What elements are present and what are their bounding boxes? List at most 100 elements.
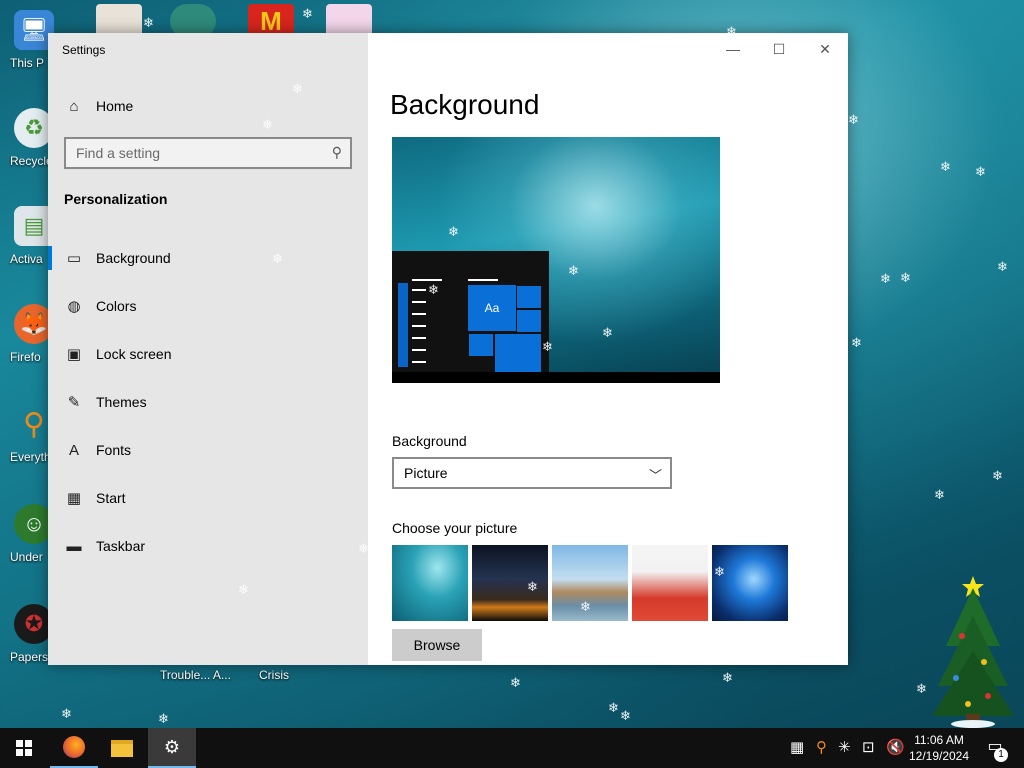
picture-icon: ▭ [66,250,82,267]
snowflake-icon: ❄ [848,112,859,127]
snowflake-icon: ❄ [916,681,927,696]
home-label: Home [96,98,134,114]
home-nav-item[interactable]: ⌂ Home [64,95,133,117]
snowflake-icon: ❄ [272,251,283,266]
snowflake-icon: ❄ [527,579,538,594]
snowflake-icon: ❄ [810,498,821,513]
window-title: Settings [62,43,106,57]
magnifier-icon[interactable]: ⚲ [816,738,827,756]
snowflake-icon: ❄ [689,455,700,470]
fonts-icon: A [68,441,79,459]
snowflake-tray-icon[interactable]: ✳ [838,738,851,756]
sidebar-item-label: Background [96,250,171,266]
preview-line [412,349,426,351]
close-button[interactable]: ✕ [802,33,848,65]
lock-screen-icon: ▣ [66,346,82,363]
preview-line [412,313,426,315]
snowflake-icon: ❄ [428,282,439,297]
snowflake-icon: ❄ [992,468,1003,483]
snowflake-icon: ❄ [746,375,757,390]
preview-tile [516,309,542,333]
desktop-preview: Aa [392,137,720,383]
desktop-icon-label[interactable]: Crisis [259,668,289,682]
page-title: Background [390,89,540,120]
preview-tile [468,333,494,357]
sidebar-item-lock-screen[interactable]: ▣ Lock screen [48,330,368,378]
preview-line [412,301,426,303]
snowflake-icon: ❄ [722,670,733,685]
snowflake-icon: ❄ [880,271,891,286]
preview-tile [494,333,542,373]
snowflake-icon: ❄ [262,117,273,132]
section-title: Personalization [64,191,168,207]
search-icon[interactable]: ⚲ [332,144,342,161]
clock-date: 12/19/2024 [908,749,970,763]
personalization-nav: ▭ Background ◍ Colors ▣ Lock screen ✎ Th… [48,234,368,570]
taskbar: ⚙ ▦ ⚲ ✳ ⊡ 🔇 11:06 AM 12/19/2024 ▭ 1 [0,728,1024,768]
taskbar-file-explorer-button[interactable] [98,728,146,768]
preview-line [468,279,498,281]
snowflake-icon: ❄ [997,259,1008,274]
home-icon: ⌂ [69,97,79,115]
browse-button[interactable]: Browse [392,629,482,661]
notification-count-badge: 1 [994,748,1008,762]
sidebar-item-taskbar[interactable]: ▬ Taskbar [48,522,368,570]
choose-picture-label: Choose your picture [392,520,518,536]
snowflake-icon: ❄ [143,15,154,30]
taskbar-firefox-button[interactable] [50,728,98,768]
snowflake-icon: ❄ [940,159,951,174]
start-button[interactable] [0,728,48,768]
snowflake-icon: ❄ [726,24,737,39]
search-input[interactable]: Find a setting ⚲ [64,137,352,169]
gear-icon: ⚙ [163,736,181,757]
folder-icon [111,739,133,757]
tray-app-icon[interactable]: ▦ [790,738,804,756]
sidebar-item-colors[interactable]: ◍ Colors [48,282,368,330]
picture-thumbnail-santa-meme[interactable] [632,545,708,621]
preview-line [412,289,426,291]
sidebar-item-themes[interactable]: ✎ Themes [48,378,368,426]
snowflake-icon: ❄ [448,224,459,239]
preview-tile: Aa [468,285,516,331]
chevron-down-icon: ﹀ [648,468,662,483]
dropdown-value: Picture [404,465,448,481]
settings-sidebar: Settings ⌂ Home Find a setting ⚲ Persona… [48,33,368,665]
snowflake-icon: ❄ [580,599,591,614]
snowflake-icon: ❄ [358,541,369,556]
background-type-label: Background [392,433,467,449]
preview-line [412,325,426,327]
snowflake-icon: ❄ [302,6,313,21]
search-placeholder: Find a setting [76,145,161,161]
snowflake-icon: ❄ [608,700,619,715]
picture-thumbnail-underwater[interactable] [392,545,468,621]
windows-logo-icon [16,740,32,756]
christmas-tree-decoration [932,576,1014,728]
preview-line [412,337,426,339]
sidebar-item-label: Taskbar [96,538,146,554]
sidebar-item-start[interactable]: ▦ Start [48,474,368,522]
sidebar-item-background[interactable]: ▭ Background [48,234,368,282]
preview-tile [516,285,542,309]
snowflake-icon: ❄ [714,564,725,579]
taskbar-settings-button[interactable]: ⚙ [148,728,196,768]
sidebar-item-label: Colors [96,298,137,314]
sidebar-item-fonts[interactable]: A Fonts [48,426,368,474]
snowflake-icon: ❄ [975,164,986,179]
firefox-icon [63,736,85,758]
background-type-dropdown[interactable]: Picture ﹀ [392,457,672,489]
sidebar-item-label: Lock screen [96,346,172,362]
preview-line [412,279,442,281]
maximize-button[interactable]: ☐ [756,33,802,65]
system-clock[interactable]: 11:06 AM 12/19/2024 [900,732,978,764]
preview-start-sidebar [398,283,408,367]
snowflake-icon: ❄ [61,706,72,721]
snowflake-icon: ❄ [292,81,303,96]
taskbar-icon: ▬ [66,537,82,555]
sidebar-item-label: Fonts [96,442,132,458]
sidebar-item-label: Start [96,490,126,506]
network-icon[interactable]: ⊡ [862,738,875,756]
sidebar-item-label: Themes [96,394,147,410]
desktop-icon-label[interactable]: Trouble... A... [160,668,231,682]
snowflake-icon: ❄ [934,487,945,502]
picture-thumbnail-windows-logo[interactable] [712,545,788,621]
